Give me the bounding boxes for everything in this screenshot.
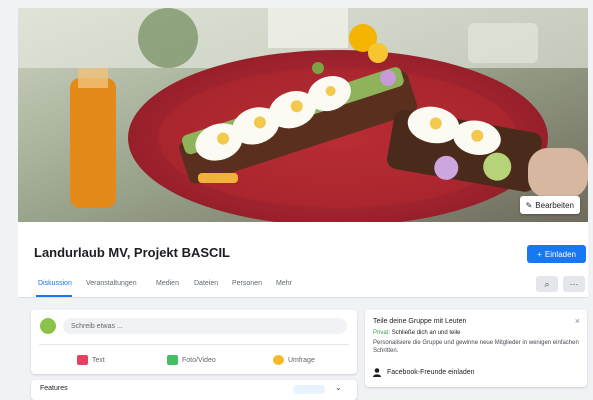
share-card-description: Personalisiere die Gruppe und gewinne ne… [373, 340, 579, 354]
invite-friends-row[interactable]: Facebook-Freunde einladen [373, 368, 475, 377]
tab-dateien[interactable]: Dateien [194, 280, 218, 287]
tab-mehr[interactable]: Mehr [276, 280, 292, 287]
group-tabs: Diskussion Veranstaltungen Medien Dateie… [18, 273, 588, 298]
poll-icon [273, 355, 284, 365]
privacy-status: Privat: Schließe dich an und teile [373, 330, 460, 336]
more-icon: ··· [569, 279, 579, 289]
invite-label: Einladen [544, 249, 576, 259]
tab-medien[interactable]: Medien [156, 280, 179, 287]
tab-personen[interactable]: Personen [232, 280, 262, 287]
feed-area: Schreib etwas ... Text Foto/Video Umfrag… [18, 298, 588, 400]
pencil-icon: ✎ [525, 200, 533, 210]
photo-video-button[interactable]: Foto/Video [167, 355, 216, 365]
privacy-prefix: Privat: [373, 330, 391, 336]
composer-input[interactable]: Schreib etwas ... [63, 318, 347, 334]
invite-friends-label: Facebook-Freunde einladen [387, 369, 475, 376]
features-card[interactable]: Features ⌄ [31, 380, 357, 400]
features-label: Features [40, 385, 68, 392]
invite-button[interactable]: + Einladen [527, 245, 586, 263]
close-icon[interactable]: × [575, 316, 580, 326]
group-header: Landurlaub MV, Projekt BASCIL + Einladen [18, 222, 588, 268]
edit-cover-button[interactable]: ✎ Bearbeiten [519, 196, 580, 214]
poll-button[interactable]: Umfrage [273, 355, 315, 365]
plus-icon: + [537, 249, 542, 259]
composer-divider [39, 344, 349, 345]
share-group-card: Teile deine Gruppe mit Leuten × Privat: … [365, 310, 587, 387]
text-post-button[interactable]: Text [77, 355, 105, 365]
person-icon [373, 368, 381, 377]
photo-video-label: Foto/Video [182, 356, 216, 364]
edit-cover-label: Bearbeiten [535, 200, 574, 210]
group-title: Landurlaub MV, Projekt BASCIL [34, 245, 230, 260]
post-composer: Schreib etwas ... Text Foto/Video Umfrag… [31, 310, 357, 374]
chevron-down-icon[interactable]: ⌄ [335, 383, 342, 392]
tab-diskussion[interactable]: Diskussion [38, 280, 72, 287]
tab-veranstaltungen[interactable]: Veranstaltungen [86, 280, 137, 287]
active-tab-indicator [36, 295, 72, 297]
search-button[interactable]: ⌕ [536, 276, 558, 292]
more-options-button[interactable]: ··· [563, 276, 585, 292]
share-card-title: Teile deine Gruppe mit Leuten [373, 318, 467, 325]
group-page: ✎ Bearbeiten Landurlaub MV, Projekt BASC… [18, 8, 588, 400]
avatar[interactable] [40, 318, 56, 334]
photo-video-icon [167, 355, 178, 365]
features-pill[interactable] [293, 385, 325, 394]
cover-photo: ✎ Bearbeiten [18, 8, 588, 222]
poll-label: Umfrage [288, 356, 315, 364]
privacy-text: Schließe dich an und teile [391, 330, 461, 336]
text-icon [77, 355, 88, 365]
search-icon: ⌕ [544, 278, 550, 289]
text-post-label: Text [92, 356, 105, 364]
